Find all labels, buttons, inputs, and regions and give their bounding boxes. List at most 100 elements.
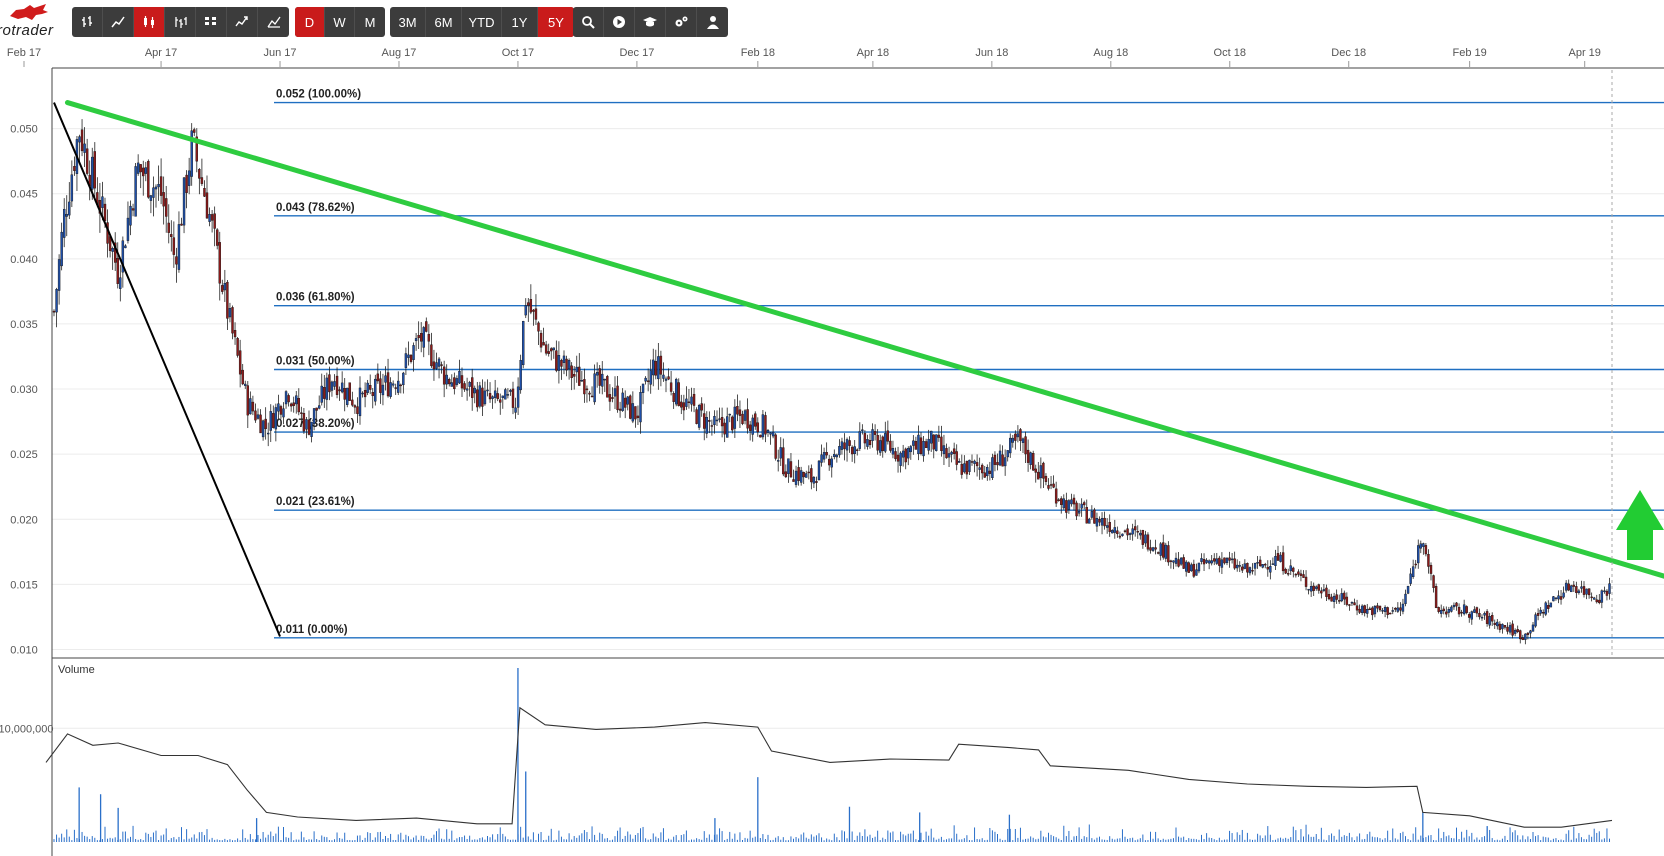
candle-body <box>1093 509 1096 524</box>
candle-body <box>1016 433 1020 438</box>
candle-body <box>853 446 856 455</box>
candle-body <box>779 447 782 459</box>
candle-body <box>654 361 657 376</box>
candle-body <box>1388 612 1392 615</box>
candle-body <box>1126 528 1129 536</box>
candle-body <box>318 405 321 409</box>
settings-gears-button[interactable] <box>666 7 697 37</box>
range-button-6m[interactable]: 6M <box>426 7 462 37</box>
candle-body <box>1065 500 1068 513</box>
green-downtrend-line[interactable] <box>64 100 1664 587</box>
candle-body <box>300 412 303 414</box>
candle-body <box>825 452 828 456</box>
candle-body <box>435 362 438 369</box>
fibonacci-retracement: 0.052 (100.00%) 0.043 (78.62%) 0.036 (61.8… <box>274 89 1664 639</box>
candle-body <box>68 201 71 216</box>
hlc-bars-button[interactable] <box>165 7 196 37</box>
range-button-1y[interactable]: 1Y <box>502 7 538 37</box>
candle-body <box>955 451 958 465</box>
candle-body <box>534 308 538 320</box>
candle-body <box>1475 607 1479 614</box>
candle-body <box>1088 518 1091 524</box>
y-tick-label: 0.020 <box>10 514 38 526</box>
candle-body <box>379 378 382 393</box>
candle-body <box>448 379 451 385</box>
range-button-w[interactable]: W <box>325 7 355 37</box>
range-button-d[interactable]: D <box>295 7 325 37</box>
candle-body <box>1452 604 1456 608</box>
candle-body <box>580 380 584 382</box>
candle-body <box>223 283 227 291</box>
candle-body <box>1197 562 1201 572</box>
range-button-3m[interactable]: 3M <box>390 7 426 37</box>
candle-body <box>919 437 923 454</box>
candle-body <box>695 409 698 424</box>
candle-body <box>1376 605 1379 609</box>
renko-button[interactable] <box>196 7 227 37</box>
candle-body <box>1401 603 1405 612</box>
candle-body <box>358 387 362 417</box>
candle-body <box>687 401 691 404</box>
candle-body <box>279 406 283 415</box>
candle-body <box>1184 561 1188 572</box>
candle-body <box>669 382 673 392</box>
candle-body <box>1210 560 1213 564</box>
candle-body <box>710 425 714 427</box>
candle-body <box>909 446 912 453</box>
candle-body <box>478 385 482 407</box>
candle-body <box>1235 564 1239 569</box>
candle-body <box>136 162 140 174</box>
candle-body <box>1009 437 1012 454</box>
line-chart-button[interactable] <box>103 7 134 37</box>
candle-body <box>226 281 229 319</box>
mountain-chart-button[interactable] <box>258 7 289 37</box>
range-button-m[interactable]: M <box>355 7 385 37</box>
candle-body <box>664 378 668 381</box>
candlestick-button[interactable] <box>134 7 165 37</box>
play-button[interactable] <box>604 7 635 37</box>
candle-body <box>1220 559 1224 568</box>
candle-body <box>667 376 670 380</box>
candle-body <box>1564 582 1568 591</box>
candle-body <box>879 440 882 453</box>
candle-body <box>1279 554 1282 562</box>
candle-body <box>751 417 754 435</box>
candle-body <box>789 461 793 478</box>
candle-body <box>759 434 762 438</box>
candle-body <box>963 463 966 473</box>
candle-body <box>1353 602 1356 606</box>
ohlc-bars-button[interactable] <box>72 7 103 37</box>
candle-body <box>784 471 788 478</box>
candle-body <box>1141 530 1145 545</box>
range-button-5y[interactable]: 5Y <box>538 7 574 37</box>
candle-body <box>483 390 487 405</box>
candle-body <box>685 398 688 407</box>
candle-body <box>1422 543 1425 547</box>
candle-body <box>993 454 997 465</box>
candle-body <box>346 387 349 405</box>
candle-body <box>218 242 221 284</box>
candle-body <box>154 186 158 190</box>
candle-body <box>1419 543 1423 549</box>
range-button-ytd[interactable]: YTD <box>462 7 502 37</box>
fib-level-label: 0.027 (38.20%) <box>276 418 355 430</box>
point-figure-button[interactable] <box>227 7 258 37</box>
candle-body <box>1437 607 1440 612</box>
mountain-chart-icon <box>266 16 281 28</box>
candle-body <box>639 392 642 423</box>
candle-body <box>404 353 408 368</box>
candle-body <box>894 451 897 460</box>
user-button[interactable] <box>697 7 728 37</box>
candle-body <box>297 398 300 413</box>
candle-body <box>1590 596 1593 599</box>
graduation-cap-button[interactable] <box>635 7 666 37</box>
candle-body <box>863 433 867 444</box>
candle-body <box>1195 569 1198 576</box>
candle-body <box>1014 433 1017 441</box>
search-button[interactable] <box>573 7 604 37</box>
candle-body <box>981 464 984 474</box>
price-chart[interactable]: 0.052 (100.00%) 0.043 (78.62%) 0.036 (61.8… <box>0 40 1664 856</box>
x-tick-label: Dec 17 <box>619 47 654 59</box>
candle-body <box>1332 595 1336 602</box>
fib-anchor-line[interactable] <box>53 102 281 637</box>
